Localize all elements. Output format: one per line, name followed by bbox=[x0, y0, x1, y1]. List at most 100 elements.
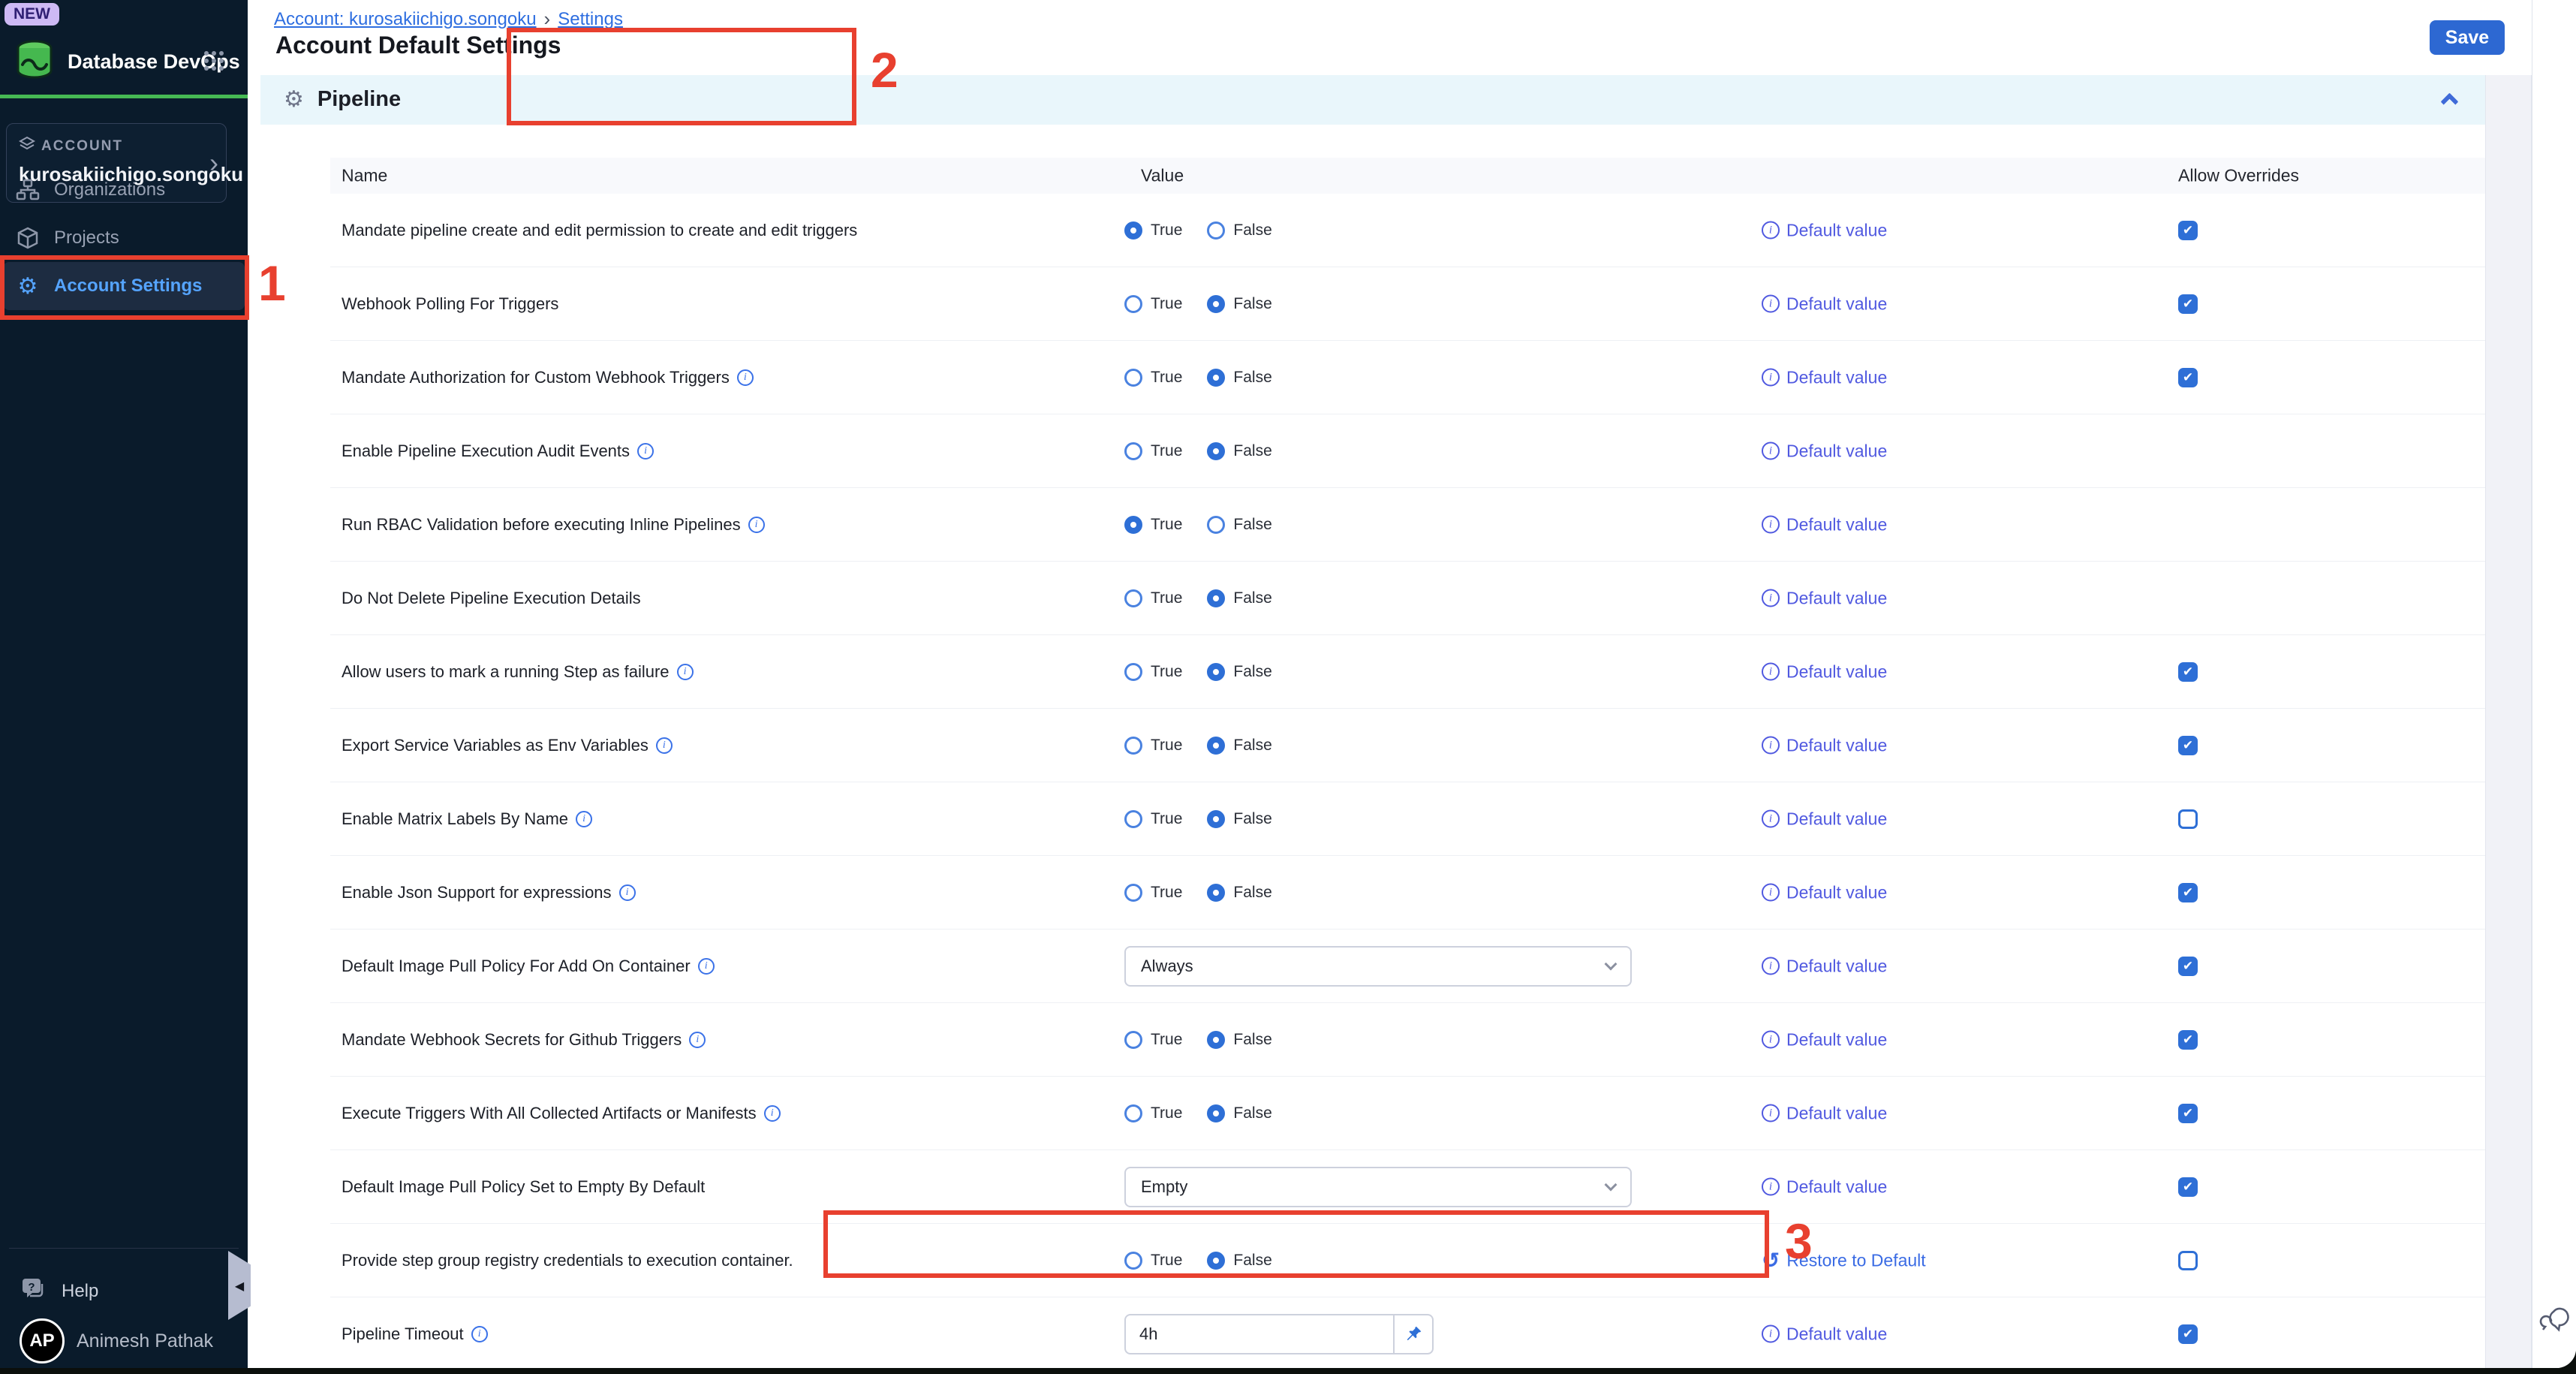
column-header-name: Name bbox=[342, 166, 387, 186]
default-value-link[interactable]: iDefault value bbox=[1762, 1029, 1887, 1050]
info-icon[interactable]: i bbox=[748, 517, 765, 533]
table-row: Mandate pipeline create and edit permiss… bbox=[330, 194, 2485, 267]
value-dropdown[interactable]: Always bbox=[1124, 946, 1632, 987]
info-icon[interactable]: i bbox=[698, 958, 715, 975]
pipeline-section-header[interactable] bbox=[260, 75, 2485, 125]
radio-true[interactable] bbox=[1124, 737, 1142, 755]
app-grid-icon[interactable] bbox=[203, 50, 225, 76]
scrollbar-gutter[interactable] bbox=[2485, 75, 2532, 1368]
radio-false[interactable] bbox=[1207, 810, 1225, 828]
info-icon[interactable]: i bbox=[764, 1105, 781, 1122]
sidebar-collapse-handle[interactable]: ◀ bbox=[228, 1251, 251, 1320]
allow-overrides-checkbox[interactable]: ✔ bbox=[2178, 736, 2198, 755]
radio-true[interactable] bbox=[1124, 1031, 1142, 1049]
dropdown-selected-value: Empty bbox=[1141, 1177, 1187, 1197]
default-value-link[interactable]: iDefault value bbox=[1762, 809, 1887, 829]
radio-true[interactable] bbox=[1124, 442, 1142, 460]
sidebar-item-account-settings[interactable]: ⚙ Account Settings bbox=[3, 262, 245, 310]
allow-overrides-checkbox[interactable]: ✔ bbox=[2178, 1324, 2198, 1344]
user-menu[interactable]: AP Animesh Pathak bbox=[20, 1318, 213, 1363]
radio-true[interactable] bbox=[1124, 369, 1142, 387]
allow-overrides-checkbox[interactable]: ✔ bbox=[2178, 662, 2198, 682]
info-icon[interactable]: i bbox=[637, 443, 654, 460]
radio-true-label: True bbox=[1151, 1252, 1182, 1270]
allow-overrides-checkbox[interactable]: ✔ bbox=[2178, 1104, 2198, 1123]
value-dropdown[interactable]: Empty bbox=[1124, 1167, 1632, 1207]
breadcrumb-account-link[interactable]: Account: kurosakiichigo.songoku bbox=[274, 9, 537, 30]
radio-false[interactable] bbox=[1207, 295, 1225, 313]
info-icon[interactable]: i bbox=[619, 884, 636, 901]
allow-overrides-cell: ✔ bbox=[2178, 294, 2198, 314]
radio-true[interactable] bbox=[1124, 589, 1142, 607]
radio-false[interactable] bbox=[1207, 589, 1225, 607]
radio-false[interactable] bbox=[1207, 663, 1225, 681]
database-devops-logo-icon bbox=[14, 39, 56, 85]
default-value-link[interactable]: iDefault value bbox=[1762, 956, 1887, 976]
annotation-number-2: 2 bbox=[871, 45, 898, 95]
default-value-link[interactable]: iDefault value bbox=[1762, 882, 1887, 902]
support-chat-icon[interactable] bbox=[2538, 1303, 2573, 1341]
radio-false[interactable] bbox=[1207, 442, 1225, 460]
radio-true[interactable] bbox=[1124, 1104, 1142, 1122]
sidebar-item-projects[interactable]: Projects bbox=[3, 214, 245, 262]
default-value-link[interactable]: iDefault value bbox=[1762, 294, 1887, 314]
radio-false[interactable] bbox=[1207, 1031, 1225, 1049]
radio-false-label: False bbox=[1233, 1252, 1271, 1270]
setting-value-cell: TrueFalse bbox=[1124, 1031, 1272, 1049]
info-icon[interactable]: i bbox=[471, 1326, 488, 1342]
breadcrumb: Account: kurosakiichigo.songoku › Settin… bbox=[274, 8, 623, 31]
setting-name: Default Image Pull Policy For Add On Con… bbox=[342, 957, 691, 976]
radio-false[interactable] bbox=[1207, 1252, 1225, 1270]
allow-overrides-checkbox[interactable]: ✔ bbox=[2178, 883, 2198, 902]
allow-overrides-checkbox[interactable]: ✔ bbox=[2178, 1030, 2198, 1050]
help-button[interactable]: ? Help bbox=[20, 1275, 98, 1307]
default-value-link[interactable]: iDefault value bbox=[1762, 1324, 1887, 1344]
info-icon[interactable]: i bbox=[576, 811, 592, 827]
allow-overrides-checkbox[interactable]: ✔ bbox=[2178, 1177, 2198, 1197]
radio-true[interactable] bbox=[1124, 1252, 1142, 1270]
table-row: Do Not Delete Pipeline Execution Details… bbox=[330, 562, 2485, 635]
radio-true[interactable] bbox=[1124, 295, 1142, 313]
default-value-link[interactable]: iDefault value bbox=[1762, 588, 1887, 608]
radio-false[interactable] bbox=[1207, 221, 1225, 240]
radio-false[interactable] bbox=[1207, 516, 1225, 534]
info-icon[interactable]: i bbox=[689, 1032, 706, 1048]
radio-true[interactable] bbox=[1124, 663, 1142, 681]
radio-false[interactable] bbox=[1207, 369, 1225, 387]
timeout-input[interactable]: 4h bbox=[1124, 1314, 1434, 1354]
info-icon[interactable]: i bbox=[656, 737, 673, 754]
default-value-link[interactable]: iDefault value bbox=[1762, 441, 1887, 461]
radio-false[interactable] bbox=[1207, 1104, 1225, 1122]
radio-true[interactable] bbox=[1124, 810, 1142, 828]
default-value-link[interactable]: iDefault value bbox=[1762, 1177, 1887, 1197]
allow-overrides-checkbox[interactable]: ✔ bbox=[2178, 221, 2198, 240]
default-value-link[interactable]: iDefault value bbox=[1762, 220, 1887, 240]
default-value-link[interactable]: iDefault value bbox=[1762, 1103, 1887, 1123]
allow-overrides-cell: ✔ bbox=[2178, 1104, 2198, 1123]
gear-icon: ⚙ bbox=[15, 273, 41, 300]
radio-false[interactable] bbox=[1207, 884, 1225, 902]
info-icon[interactable]: i bbox=[677, 664, 694, 680]
sidebar-item-organizations[interactable]: Organizations bbox=[3, 166, 245, 214]
pin-icon[interactable] bbox=[1393, 1315, 1432, 1353]
allow-overrides-cell: ✔ bbox=[2178, 883, 2198, 902]
default-value-link[interactable]: iDefault value bbox=[1762, 367, 1887, 387]
default-value-link[interactable]: iDefault value bbox=[1762, 514, 1887, 535]
allow-overrides-checkbox[interactable]: ✔ bbox=[2178, 957, 2198, 976]
radio-true[interactable] bbox=[1124, 221, 1142, 240]
info-icon: i bbox=[1762, 1325, 1780, 1343]
radio-false[interactable] bbox=[1207, 737, 1225, 755]
default-value-link[interactable]: iDefault value bbox=[1762, 735, 1887, 755]
save-button[interactable]: Save bbox=[2430, 20, 2505, 55]
default-value-link[interactable]: iDefault value bbox=[1762, 661, 1887, 682]
breadcrumb-settings-link[interactable]: Settings bbox=[558, 9, 623, 30]
allow-overrides-checkbox[interactable] bbox=[2178, 809, 2198, 829]
radio-true[interactable] bbox=[1124, 516, 1142, 534]
allow-overrides-checkbox[interactable]: ✔ bbox=[2178, 368, 2198, 387]
allow-overrides-checkbox[interactable]: ✔ bbox=[2178, 294, 2198, 314]
allow-overrides-checkbox[interactable] bbox=[2178, 1251, 2198, 1270]
info-icon: i bbox=[1762, 295, 1780, 313]
info-icon[interactable]: i bbox=[737, 369, 754, 386]
radio-true[interactable] bbox=[1124, 884, 1142, 902]
radio-true-label: True bbox=[1151, 663, 1182, 681]
